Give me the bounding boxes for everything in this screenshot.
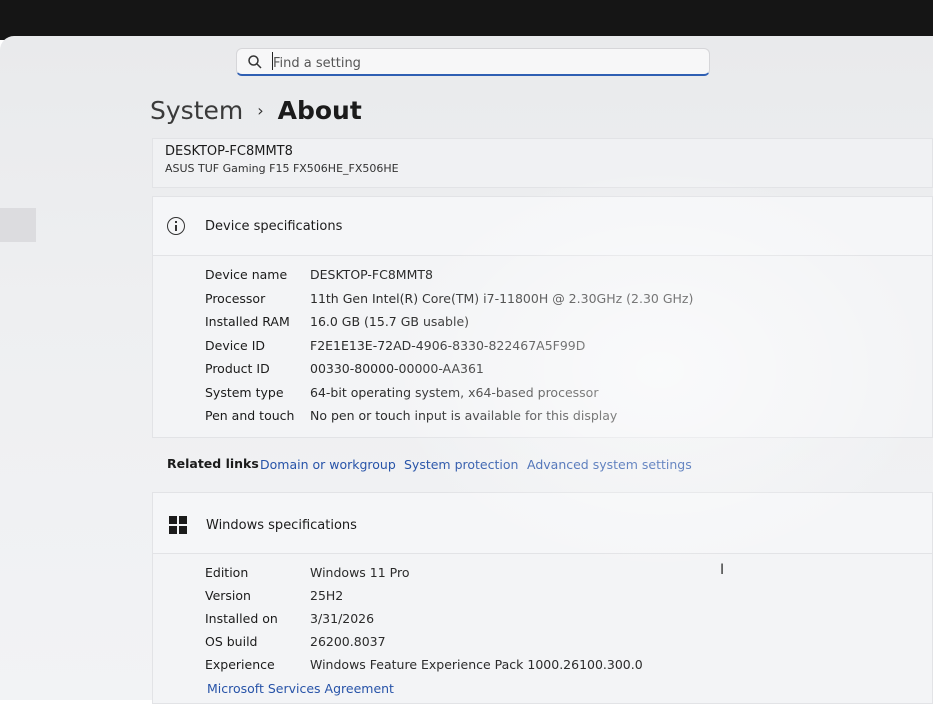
windows-specs-body: Edition Windows 11 Pro Version 25H2 Inst… [152,554,933,704]
spec-row: Pen and touch No pen or touch input is a… [205,408,925,428]
text-cursor-icon: I [720,562,725,578]
spec-row: Version 25H2 [205,588,925,608]
chevron-right-icon: › [257,100,264,120]
search-icon [248,55,262,69]
spec-value: Windows Feature Experience Pack 1000.261… [310,657,643,672]
pc-model: ASUS TUF Gaming F15 FX506HE_FX506HE [165,162,399,175]
pc-name-card: DESKTOP-FC8MMT8 ASUS TUF Gaming F15 FX50… [152,138,933,188]
spec-value: 26200.8037 [310,634,386,649]
related-links-bar: Related links Domain or workgroup System… [152,446,933,486]
advanced-system-settings-link[interactable]: Advanced system settings [527,457,692,472]
breadcrumb-system[interactable]: System [150,96,243,125]
domain-workgroup-link[interactable]: Domain or workgroup [260,457,396,472]
spec-row: Device ID F2E1E13E-72AD-4906-8330-822467… [205,338,925,358]
spec-row: Edition Windows 11 Pro [205,565,925,585]
spec-value: No pen or touch input is available for t… [310,408,618,423]
spec-row: Installed on 3/31/2026 [205,611,925,631]
spec-value: 3/31/2026 [310,611,375,626]
spec-label: Installed on [205,611,278,626]
spec-row: Product ID 00330-80000-00000-AA361 [205,361,925,381]
spec-value: F2E1E13E-72AD-4906-8330-822467A5F99D [310,338,586,353]
spec-row: Experience Windows Feature Experience Pa… [205,657,925,677]
microsoft-services-agreement-link[interactable]: Microsoft Services Agreement [207,681,394,696]
spec-row: Processor 11th Gen Intel(R) Core(TM) i7-… [205,291,925,311]
windows-specs-header[interactable]: Windows specifications [152,492,933,554]
spec-label: System type [205,385,284,400]
search-box[interactable] [236,48,710,76]
search-input[interactable] [271,52,695,74]
spec-label: Processor [205,291,266,306]
device-specs-header[interactable]: Device specifications [152,196,933,256]
pc-name: DESKTOP-FC8MMT8 [165,144,293,159]
spec-row: OS build 26200.8037 [205,634,925,654]
spec-value: Windows 11 Pro [310,565,410,580]
spec-label: Device name [205,267,288,282]
spec-label: Version [205,588,251,603]
spec-row: Installed RAM 16.0 GB (15.7 GB usable) [205,314,925,334]
related-links-label: Related links [167,456,259,471]
spec-value: 16.0 GB (15.7 GB usable) [310,314,470,329]
info-icon [167,217,185,235]
spec-label: Pen and touch [205,408,295,423]
spec-value: 11th Gen Intel(R) Core(TM) i7-11800H @ 2… [310,291,694,306]
nav-pane-selected-item[interactable] [0,208,36,242]
spec-row: System type 64-bit operating system, x64… [205,385,925,405]
spec-value: DESKTOP-FC8MMT8 [310,267,433,282]
device-specs-title: Device specifications [205,219,343,234]
spec-label: Experience [205,657,275,672]
screen-bezel [0,0,933,40]
device-specs-body: Device name DESKTOP-FC8MMT8 Processor 11… [152,256,933,438]
spec-label: Device ID [205,338,266,353]
text-caret [272,52,273,70]
spec-label: OS build [205,634,258,649]
breadcrumb: System › About [150,92,362,128]
spec-value: 25H2 [310,588,344,603]
spec-row: Device name DESKTOP-FC8MMT8 [205,267,925,287]
spec-value: 64-bit operating system, x64-based proce… [310,385,599,400]
spec-value: 00330-80000-00000-AA361 [310,361,484,376]
system-protection-link[interactable]: System protection [404,457,518,472]
spec-label: Product ID [205,361,270,376]
spec-label: Installed RAM [205,314,290,329]
spec-label: Edition [205,565,249,580]
windows-logo-icon [169,516,187,534]
page-title: About [277,95,362,125]
windows-specs-title: Windows specifications [206,518,357,533]
